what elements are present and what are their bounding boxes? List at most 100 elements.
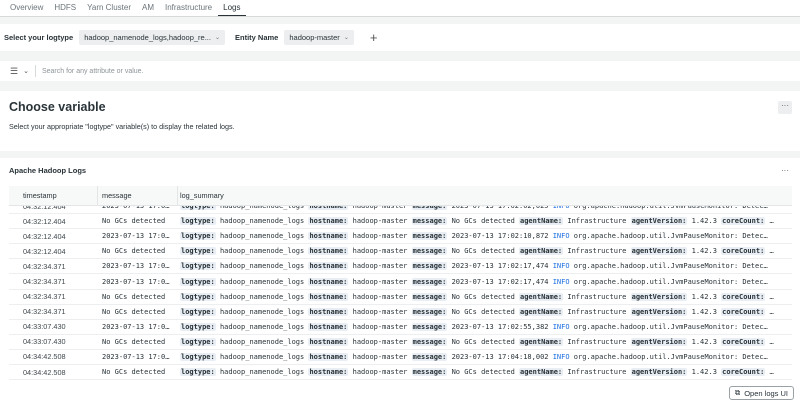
summary-value: Infrastructure: [567, 292, 627, 301]
summary-key: coreCount:: [721, 368, 766, 377]
column-header-timestamp[interactable]: timestamp: [9, 186, 98, 206]
panel-title: Apache Hadoop Logs: [9, 166, 87, 175]
tab-hdfs[interactable]: HDFS: [49, 0, 81, 16]
summary-key: agentName:: [519, 368, 564, 377]
log-summary-cell: logtype: hadoop_namenode_logs hostname: …: [178, 206, 792, 211]
search-input[interactable]: Search for any attribute or value.: [42, 68, 144, 75]
log-summary-cell: logtype: hadoop_namenode_logs hostname: …: [178, 322, 792, 331]
table-row[interactable]: 04:33:07.430 2023-07-13 17:0… logtype: had…: [9, 320, 792, 335]
summary-value: No GCs detected: [451, 337, 515, 346]
summary-value: 2023-07-13 17:02:02,025: [451, 206, 549, 211]
tab-overview[interactable]: Overview: [5, 0, 48, 16]
table-row[interactable]: 04:32:12.404 2023-07-13 17:0… logtype: had…: [9, 229, 792, 245]
summary-key: coreCount:: [721, 247, 766, 256]
summary-value: hadoop-master: [352, 292, 408, 301]
summary-key: coreCount:: [721, 307, 766, 316]
summary-value: Infrastructure: [567, 247, 627, 256]
log-level: INFO: [552, 277, 570, 286]
search-bar: ☰ ⌄ Search for any attribute or value.: [0, 61, 800, 81]
summary-key: coreCount:: [721, 217, 766, 226]
table-row[interactable]: 04:34:42.508 No GCs detected logtype: hado…: [9, 365, 792, 381]
summary-key: agentVersion:: [630, 368, 688, 377]
chevron-down-icon[interactable]: ⌄: [23, 67, 29, 75]
summary-value: No GCs detected: [451, 292, 515, 301]
summary-value: No GCs detected: [451, 368, 515, 377]
tab-infrastructure[interactable]: Infrastructure: [160, 0, 217, 16]
timestamp-cell: 04:32:12.404: [23, 231, 66, 241]
summary-key: coreCount:: [721, 337, 766, 346]
logtype-value: hadoop_namenode_logs,hadoop_re...: [84, 33, 211, 42]
column-header-message[interactable]: message: [98, 186, 178, 206]
column-header-log-summary[interactable]: log_summary: [178, 186, 792, 206]
summary-key: logtype:: [180, 292, 216, 301]
summary-value: …: [769, 368, 774, 377]
table-row[interactable]: 04:32:34.371 2023-07-13 17:0… logtype: had…: [9, 274, 792, 290]
table-row[interactable]: 04:33:07.430 No GCs detected logtype: hado…: [9, 335, 792, 350]
timestamp-cell: 04:32:12.404: [23, 246, 66, 256]
tab-bar: Overview HDFS Yarn Cluster AM Infrastruc…: [0, 0, 800, 17]
summary-key: coreCount:: [721, 292, 766, 301]
more-options-icon[interactable]: ···: [778, 166, 792, 179]
message-cell: No GCs detected: [102, 247, 166, 256]
summary-key: logtype:: [180, 206, 216, 211]
summary-value: hadoop-master: [352, 337, 408, 346]
table-row[interactable]: 04:32:34.371 No GCs detected logtype: hado…: [9, 305, 792, 320]
table-row[interactable]: 04:32:12.404 No GCs detected logtype: hado…: [9, 244, 792, 260]
summary-key: logtype:: [180, 277, 216, 286]
timestamp-cell: 04:32:12.404: [23, 216, 66, 226]
timestamp-cell: 04:33:07.430: [23, 322, 66, 332]
summary-value: 1.42.3: [691, 217, 717, 226]
message-cell: 2023-07-13 17:0…: [102, 262, 170, 271]
summary-key: message:: [411, 232, 448, 241]
summary-key: hostname:: [308, 352, 349, 361]
logtype-select[interactable]: hadoop_namenode_logs,hadoop_re... ⌄: [79, 30, 225, 45]
summary-value: hadoop_namenode_logs: [219, 206, 305, 211]
summary-value: 2023-07-13 17:02:17,474: [451, 277, 549, 286]
table-row[interactable]: 04:32:12.404 2023-07-13 17:0… logtype: had…: [9, 206, 792, 215]
summary-value: No GCs detected: [451, 217, 515, 226]
choose-variable-panel: Choose variable Select your appropriate …: [0, 91, 800, 151]
filter-icon[interactable]: ☰: [10, 66, 18, 77]
entity-select[interactable]: hadoop-master ⌄: [284, 30, 354, 45]
add-variable-icon[interactable]: +: [370, 30, 378, 45]
summary-key: hostname:: [308, 247, 349, 256]
summary-value: hadoop-master: [352, 217, 408, 226]
message-cell: 2023-07-13 17:0…: [102, 277, 170, 286]
summary-value: hadoop_namenode_logs: [219, 247, 305, 256]
summary-value: org.apache.hadoop.util.JvmPauseMonitor: …: [573, 352, 768, 361]
summary-key: logtype:: [180, 232, 216, 241]
log-summary-cell: logtype: hadoop_namenode_logs hostname: …: [178, 232, 792, 241]
summary-key: message:: [411, 292, 448, 301]
log-level: INFO: [552, 322, 570, 331]
summary-value: hadoop_namenode_logs: [219, 217, 305, 226]
timestamp-cell: 04:32:34.371: [23, 292, 66, 302]
summary-value: hadoop-master: [352, 262, 408, 271]
summary-key: message:: [411, 322, 448, 331]
log-summary-cell: logtype: hadoop_namenode_logs hostname: …: [178, 352, 792, 361]
table-body[interactable]: 04:32:12.404 2023-07-13 17:0… logtype: had…: [9, 206, 792, 388]
more-options-icon[interactable]: ···: [778, 101, 792, 114]
table-row[interactable]: 04:32:34.371 2023-07-13 17:0… logtype: had…: [9, 259, 792, 275]
tab-am[interactable]: AM: [137, 0, 159, 16]
tab-logs[interactable]: Logs: [218, 0, 246, 16]
summary-value: hadoop-master: [352, 322, 408, 331]
summary-key: logtype:: [180, 307, 216, 316]
tab-yarn-cluster[interactable]: Yarn Cluster: [82, 0, 136, 16]
table-row[interactable]: 04:32:12.404 No GCs detected logtype: hado…: [9, 214, 792, 230]
summary-value: org.apache.hadoop.util.JvmPauseMonitor: …: [573, 322, 768, 331]
log-summary-cell: logtype: hadoop_namenode_logs hostname: …: [178, 307, 792, 316]
summary-key: agentName:: [519, 247, 564, 256]
entity-value: hadoop-master: [289, 33, 340, 42]
panel-description: Select your appropriate "logtype" variab…: [9, 122, 235, 131]
summary-value: …: [769, 337, 774, 346]
table-row[interactable]: 04:32:34.371 No GCs detected logtype: hado…: [9, 290, 792, 305]
timestamp-cell: 04:34:42.508: [23, 352, 66, 362]
open-logs-ui-button[interactable]: ⧉ Open logs UI: [728, 386, 794, 400]
log-level: INFO: [552, 206, 570, 211]
summary-key: logtype:: [180, 217, 216, 226]
timestamp-cell: 04:32:34.371: [23, 277, 66, 287]
summary-key: hostname:: [308, 277, 349, 286]
table-row[interactable]: 04:34:42.508 2023-07-13 17:0… logtype: had…: [9, 350, 792, 366]
summary-key: agentVersion:: [630, 247, 688, 256]
summary-value: hadoop-master: [352, 277, 408, 286]
